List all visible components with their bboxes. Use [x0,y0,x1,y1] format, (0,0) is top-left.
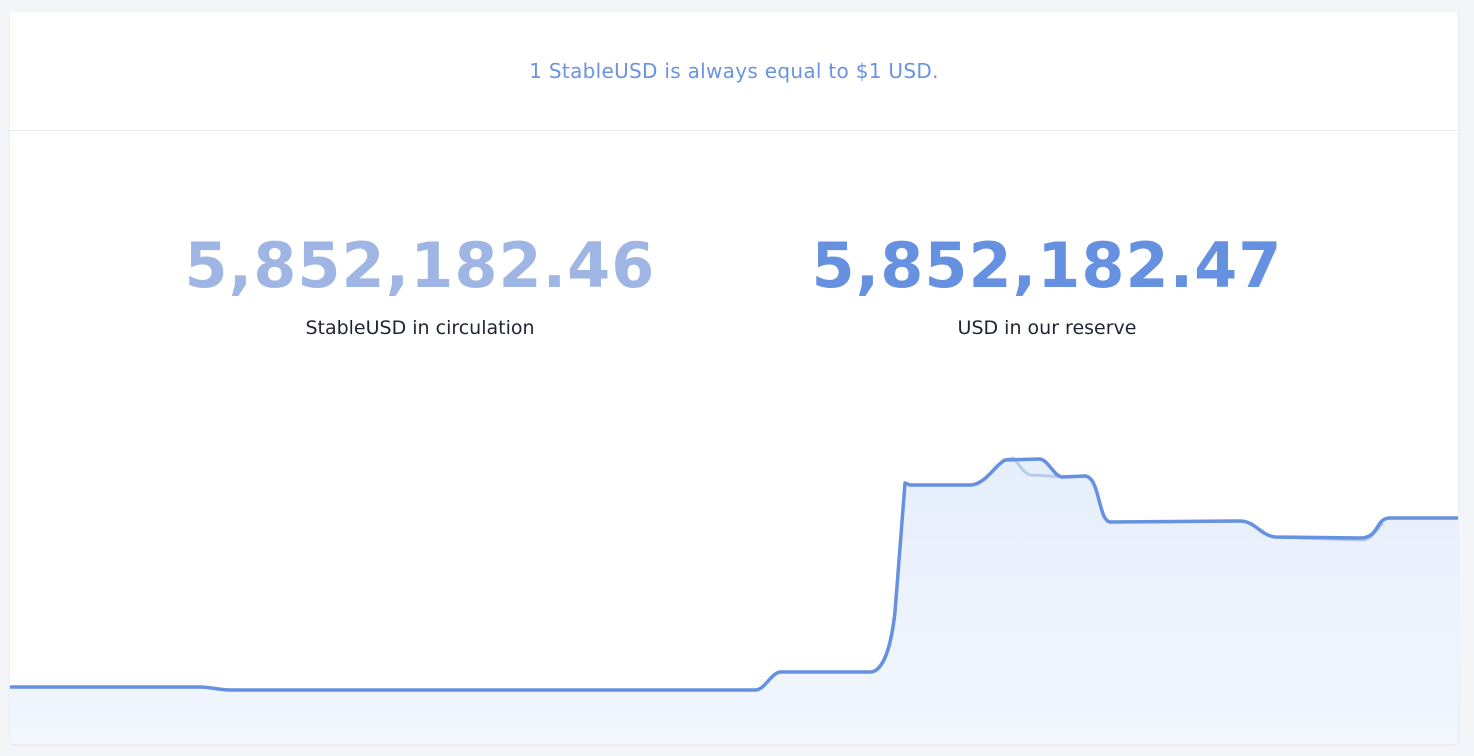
chart-area [10,459,1458,744]
circulation-stat: 5,852,182.46 StableUSD in circulation [120,227,720,339]
reserve-value: 5,852,182.47 [811,229,1283,302]
circulation-value: 5,852,182.46 [184,229,656,302]
circulation-label: StableUSD in circulation [305,317,535,339]
tagline: 1 StableUSD is always equal to $1 USD. [529,59,939,83]
divider [10,130,1458,131]
reserve-label: USD in our reserve [957,317,1137,339]
supply-chart [10,456,1458,744]
stats-card: 1 StableUSD is always equal to $1 USD. 5… [10,12,1458,744]
reserve-stat: 5,852,182.47 USD in our reserve [747,227,1347,339]
